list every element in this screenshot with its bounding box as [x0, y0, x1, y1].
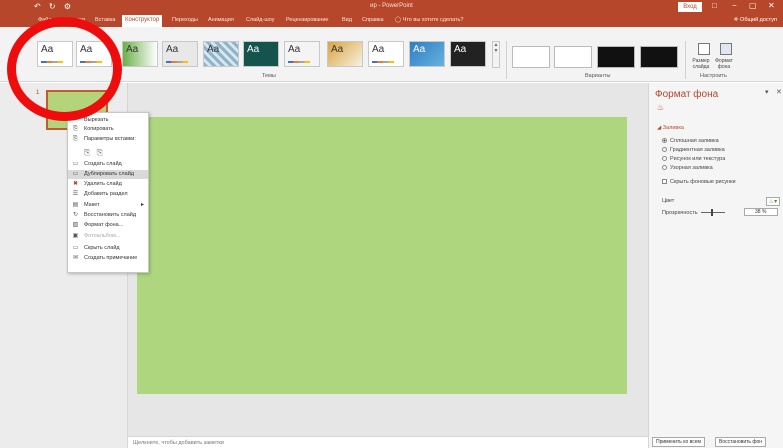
menu-item-format-background[interactable]: ▨ Формат фона... — [68, 221, 148, 230]
section-icon: ☰ — [72, 191, 79, 197]
variant-2[interactable] — [554, 46, 592, 68]
maximize-icon[interactable]: ▢ — [749, 1, 757, 10]
new-slide-icon: ▭ — [72, 161, 79, 167]
tab-review[interactable]: Рецензирование — [286, 17, 328, 23]
radio-solid-fill[interactable]: Сплошная заливка — [662, 138, 719, 144]
menu-item-hide-slide[interactable]: ▭ Скрыть слайд — [68, 244, 148, 253]
theme-gold[interactable]: Aa — [327, 41, 363, 67]
radio-picture-fill[interactable]: Рисунок или текстура — [662, 156, 725, 162]
themes-gallery-scroll[interactable]: ▲ ▼ — [492, 41, 500, 68]
comment-icon: ✉ — [72, 255, 79, 261]
menu-item-reset-slide[interactable]: ↻ Восстановить слайд — [68, 211, 148, 220]
theme-mesh[interactable]: Aa — [203, 41, 239, 67]
variant-1[interactable] — [512, 46, 550, 68]
fill-color-picker[interactable]: ♨▾ — [766, 197, 780, 206]
theme-blue[interactable]: Aa — [409, 41, 445, 67]
tell-me-search[interactable]: ◯ Что вы хотите сделать? — [395, 17, 463, 23]
share-button[interactable]: ⎆ Общий доступ — [734, 17, 777, 24]
pane-title: Формат фона — [655, 89, 719, 100]
login-button[interactable]: Вход — [678, 2, 702, 12]
slide-size-button[interactable]: Размер слайда — [690, 58, 712, 70]
hide-background-graphics-checkbox[interactable]: Скрыть фоновые рисунки — [662, 179, 736, 185]
radio-gradient-fill[interactable]: Градиентная заливка — [662, 147, 725, 153]
pane-close-icon[interactable]: ✕ — [776, 88, 782, 96]
tab-design[interactable]: Конструктор — [122, 15, 163, 27]
copy-icon: ⎘ — [73, 126, 78, 132]
radio-button[interactable] — [662, 165, 667, 170]
radio-pattern-fill[interactable]: Узорная заливка — [662, 165, 713, 171]
themes-group-label: Темы — [262, 73, 276, 79]
ribbon-tabs: Файл Главная Вставка Конструктор Переход… — [0, 14, 783, 27]
transparency-slider[interactable] — [701, 212, 725, 213]
title-bar: ↶ ↻ ⚙ ир - PowerPoint Вход □ − ▢ ✕ — [0, 0, 783, 14]
ribbon-display-icon[interactable]: □ — [712, 1, 717, 10]
duplicate-slide-icon: ▭ — [72, 171, 79, 177]
variant-3[interactable] — [597, 46, 635, 68]
layout-icon: ▤ — [72, 202, 79, 208]
apply-to-all-button[interactable]: Применить ко всем — [652, 437, 705, 447]
menu-item-photo-album: ▣ Фотоальбом... — [72, 233, 121, 239]
paste-option-icons[interactable]: ⎘ ⎘ — [84, 148, 105, 158]
format-background-pane: Формат фона ▾ ✕ ♨ ◢ Заливка Сплошная зал… — [648, 83, 783, 448]
menu-item-copy[interactable]: ⎘ Копировать — [68, 125, 148, 134]
theme-plain[interactable]: Aa — [368, 41, 404, 67]
tab-insert[interactable]: Вставка — [95, 17, 115, 23]
reset-slide-icon: ↻ — [72, 212, 79, 218]
format-background-button[interactable]: Формат фона — [712, 58, 736, 70]
photo-album-icon: ▣ — [72, 233, 79, 239]
radio-button[interactable] — [662, 147, 667, 152]
theme-gray[interactable]: Aa — [284, 41, 320, 67]
fill-bucket-icon: ♨ — [657, 103, 665, 112]
menu-item-new-comment[interactable]: ✉ Создать примечание — [68, 254, 148, 263]
menu-item-delete-slide[interactable]: ✖ Удалить слайд — [68, 180, 148, 189]
radio-button[interactable] — [662, 138, 667, 143]
transparency-slider-thumb[interactable] — [711, 209, 713, 216]
notes-placeholder: Щелкните, чтобы добавить заметки — [133, 440, 224, 446]
minimize-icon[interactable]: − — [732, 1, 737, 10]
menu-item-add-section[interactable]: ☰ Добавить раздел — [68, 190, 148, 199]
delete-slide-icon: ✖ — [72, 181, 79, 187]
theme-teal[interactable]: Aa — [243, 41, 279, 67]
close-icon[interactable]: ✕ — [768, 1, 775, 10]
transparency-label: Прозрачность — [662, 210, 698, 216]
reset-background-button[interactable]: Восстановить фон — [715, 437, 767, 447]
pane-options-icon[interactable]: ▾ — [765, 88, 769, 96]
tab-view[interactable]: Вид — [342, 17, 352, 23]
fill-section-header[interactable]: ◢ Заливка — [657, 125, 684, 131]
slide-canvas[interactable] — [137, 117, 627, 394]
tab-animations[interactable]: Анимация — [208, 17, 234, 23]
window-title: ир - PowerPoint — [370, 3, 413, 9]
context-menu: ✂ Вырезать ⎘ Копировать ⎘ Параметры вставки… — [67, 112, 149, 273]
notes-pane[interactable]: Щелкните, чтобы добавить заметки — [128, 436, 648, 448]
variant-4[interactable] — [640, 46, 678, 68]
variants-group-label: Варианты — [585, 73, 611, 79]
color-label: Цвет — [662, 198, 675, 204]
tab-help[interactable]: Справка — [362, 17, 384, 23]
paste-icon: ⎘ — [73, 136, 78, 142]
annotation-circle — [7, 17, 122, 121]
tab-transitions[interactable]: Переходы — [172, 17, 198, 23]
theme-dark[interactable]: Aa — [450, 41, 486, 67]
submenu-arrow-icon: ▸ — [140, 202, 144, 208]
hide-slide-icon: ▭ — [72, 245, 79, 251]
ribbon-separator — [506, 41, 507, 79]
transparency-input[interactable]: 38 % — [744, 208, 778, 216]
checkbox[interactable] — [662, 179, 667, 184]
format-bg-icon: ▨ — [72, 222, 79, 228]
customize-group-label: Настроить — [700, 73, 727, 79]
theme-ion-board[interactable]: Aa — [162, 41, 198, 67]
menu-item-paste-options: ⎘ Параметры вставки: — [73, 136, 136, 142]
format-background-icon[interactable] — [720, 43, 732, 55]
menu-item-duplicate-slide[interactable]: ▭ Дублировать слайд — [68, 170, 148, 179]
slide-size-icon[interactable] — [698, 43, 710, 55]
menu-item-new-slide[interactable]: ▭ Создать слайд — [68, 160, 148, 169]
tab-slideshow[interactable]: Слайд-шоу — [246, 17, 275, 23]
theme-facet[interactable]: Aa — [122, 41, 158, 67]
radio-button[interactable] — [662, 156, 667, 161]
ribbon-separator — [685, 41, 686, 79]
menu-item-layout[interactable]: ▤ Макет ▸ — [68, 201, 148, 210]
